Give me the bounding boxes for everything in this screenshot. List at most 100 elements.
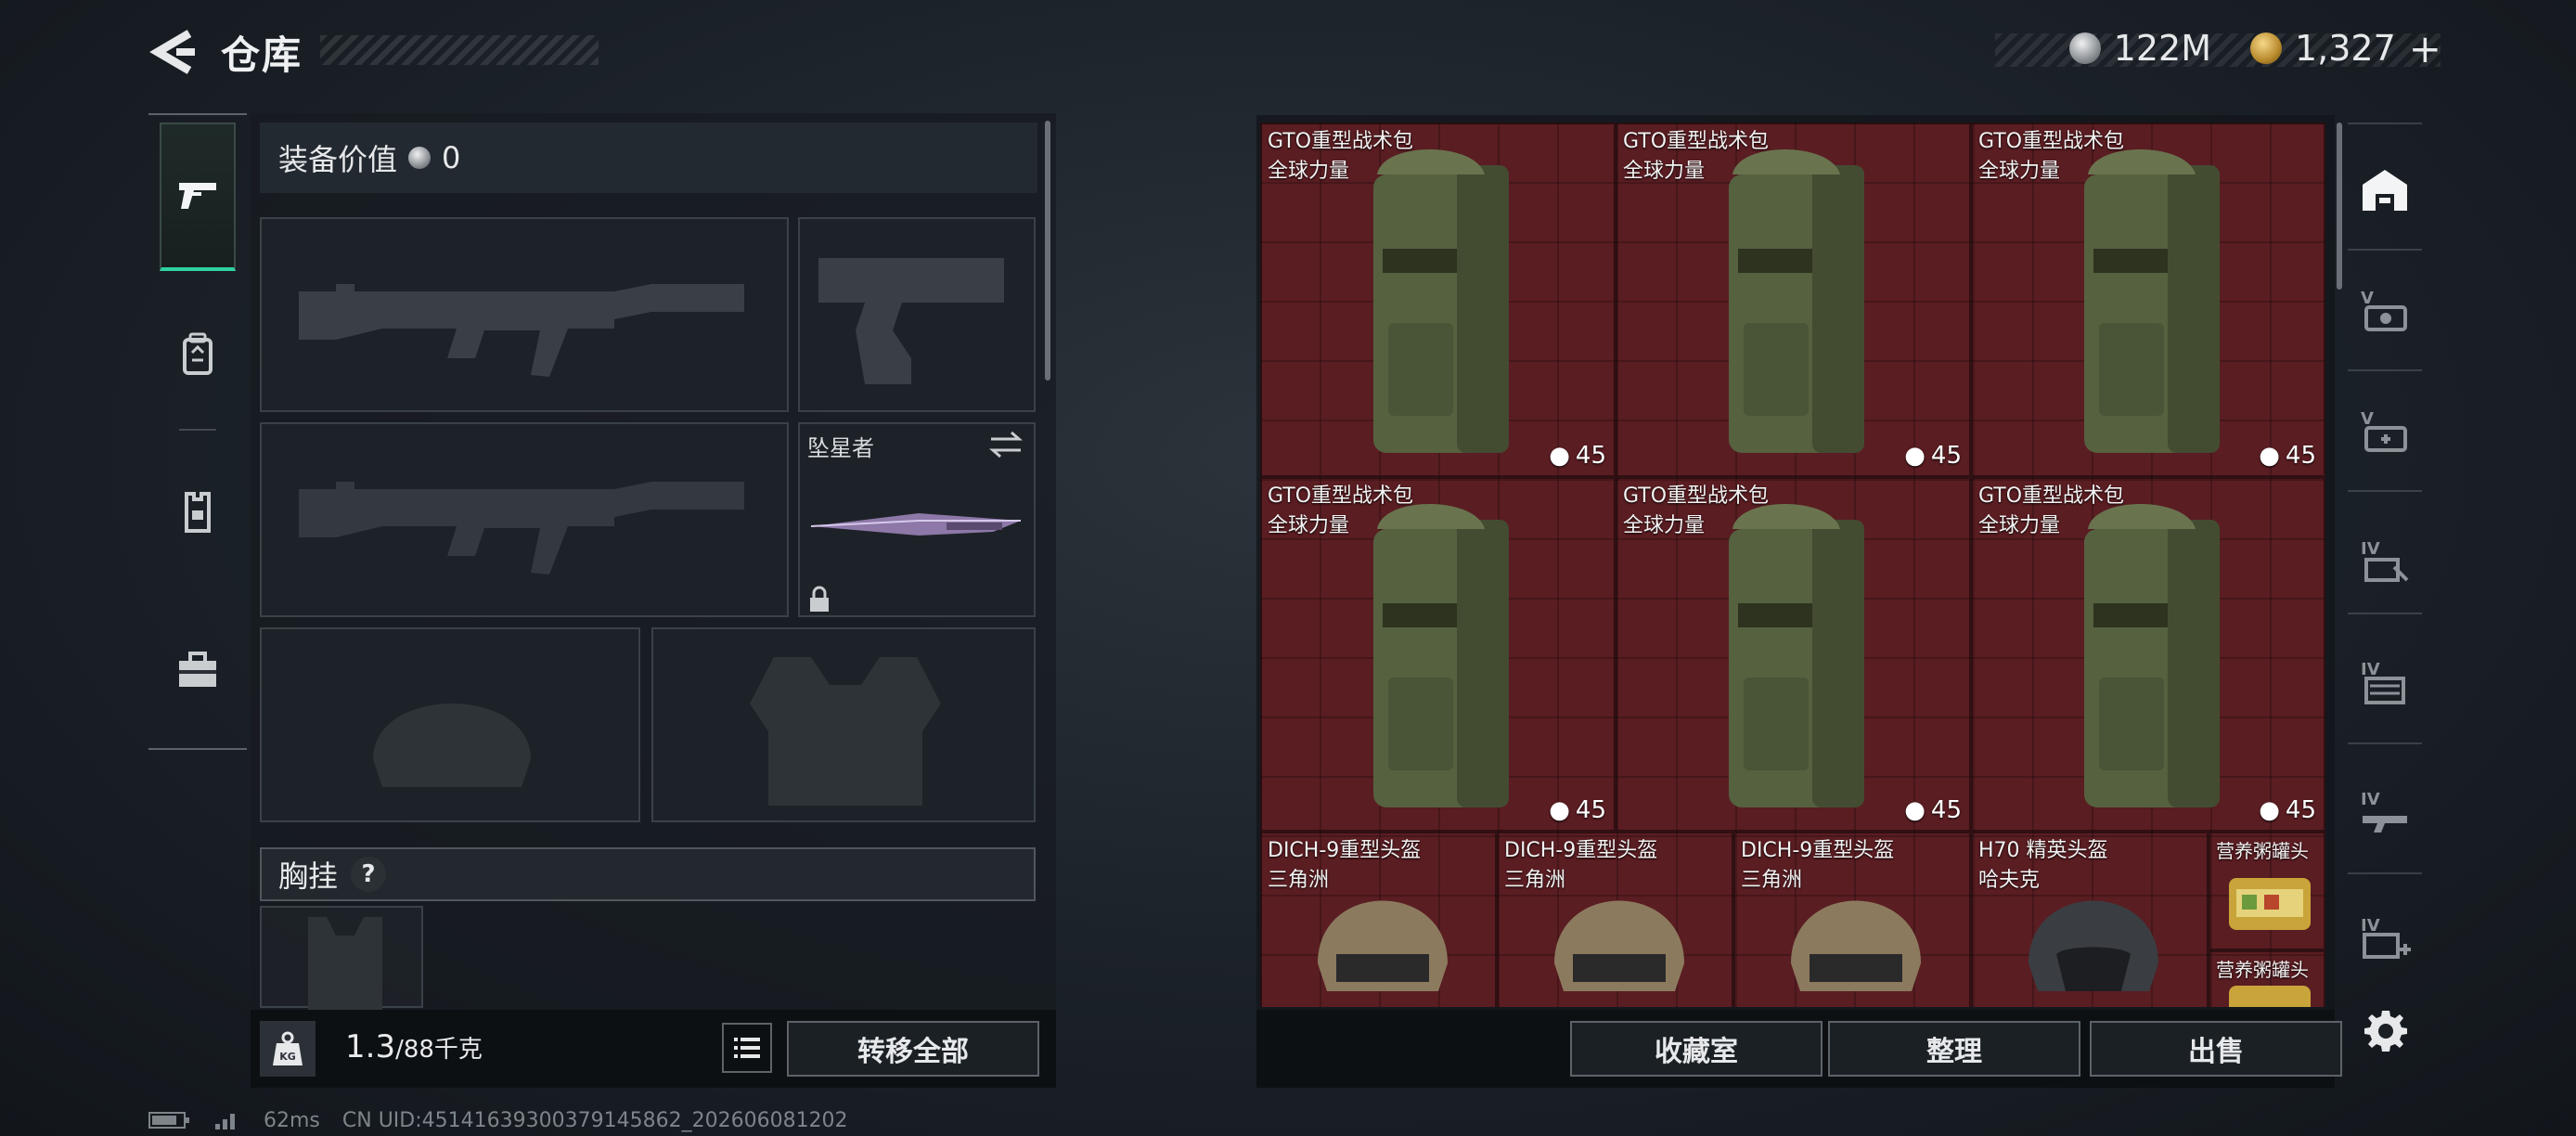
backpack-item[interactable]: GTO重型战术包 全球力量 ● 45	[1260, 123, 1616, 477]
status-footer: 62ms CN UID:4514163930037914586​2_202606…	[148, 1106, 848, 1134]
food-item[interactable]: 营养粥罐头	[2209, 950, 2325, 1007]
equipment-value-bar: 装备价值 0	[260, 123, 1037, 193]
item-brand: 哈夫克	[1978, 869, 2041, 892]
item-brand: 三角洲	[1268, 869, 1330, 892]
ping-value: 62ms	[264, 1108, 320, 1132]
user-uid: CN UID:4514163930037914586​2_20260608120…	[341, 1108, 848, 1132]
gear-icon	[2364, 1011, 2407, 1052]
equipment-value-label: 装备价值	[278, 142, 398, 177]
tab-tier-iv-1[interactable]: IV	[2348, 520, 2422, 603]
list-icon	[734, 1038, 760, 1058]
melee-weapon-name: 坠星者	[807, 435, 874, 461]
silver-coin-icon	[408, 147, 431, 169]
back-arrow-icon	[149, 30, 195, 74]
tab-tier-iv-2[interactable]: IV	[2348, 640, 2422, 724]
weight-max: /88千克	[395, 1036, 483, 1064]
sell-button[interactable]: 出售	[2090, 1021, 2342, 1077]
tab-tier-iv-3[interactable]: IV	[2348, 770, 2422, 854]
item-capacity: ● 45	[2259, 796, 2316, 824]
toolbox-icon	[179, 652, 216, 687]
food-item[interactable]: 营养粥罐头	[2209, 832, 2325, 950]
capacity-icon: ●	[1549, 796, 1570, 824]
knife-icon	[810, 513, 1021, 536]
tab-stash-main[interactable]	[2348, 148, 2422, 232]
weight-icon-text: KG	[279, 1051, 296, 1063]
list-view-button[interactable]	[722, 1023, 772, 1073]
primary-weapon-slot[interactable]	[260, 217, 789, 412]
help-button[interactable]: ?	[351, 857, 387, 892]
loadout-scrollbar[interactable]	[1045, 121, 1050, 381]
currency-bar: 122M 1,327 +	[2068, 26, 2441, 71]
body-armor-slot[interactable]	[651, 627, 1036, 822]
item-brand: 全球力量	[1268, 514, 1350, 537]
item-capacity: ● 45	[1549, 442, 1606, 470]
tab-backpack[interactable]	[160, 280, 236, 429]
backpack-item[interactable]: GTO重型战术包 全球力量 ● 45	[1616, 477, 1971, 832]
carry-weight: 1.3/88千克	[345, 1028, 483, 1065]
helmet-item[interactable]: DICH-9重型头盔 三角洲	[1260, 832, 1497, 1007]
tab-armor[interactable]	[160, 438, 236, 587]
stash-scrollbar[interactable]	[2337, 123, 2342, 290]
gold-coin-icon	[2250, 32, 2282, 64]
weight-current: 1.3	[345, 1028, 396, 1065]
stash-icon	[2363, 170, 2407, 211]
secondary-weapon-slot[interactable]	[798, 217, 1036, 412]
item-brand: 三角洲	[1741, 869, 1803, 892]
backpack-item[interactable]: GTO重型战术包 全球力量 ● 45	[1971, 477, 2325, 832]
capacity-icon: ●	[2259, 442, 2280, 470]
tactical-backpack-icon	[1729, 149, 1864, 453]
item-brand: 全球力量	[1623, 514, 1706, 537]
swap-icon[interactable]	[987, 430, 1024, 459]
helmet-item[interactable]: DICH-9重型头盔 三角洲	[1733, 832, 1971, 1007]
tier-iv-weapons-icon: IV	[2361, 790, 2407, 833]
primary-weapon-slot-2[interactable]	[260, 422, 789, 617]
tab-weapons[interactable]	[160, 123, 236, 271]
transfer-all-button[interactable]: 转移全部	[787, 1021, 1039, 1077]
item-name: DICH-9重型头盔	[1504, 839, 1658, 862]
helmet-silhouette-icon	[373, 704, 531, 787]
backpack-item[interactable]: GTO重型战术包 全球力量 ● 45	[1616, 123, 1971, 477]
tier-label: V	[2361, 409, 2374, 429]
sort-button[interactable]: 整理	[1828, 1021, 2080, 1077]
tab-tier-v-1[interactable]: V	[2348, 269, 2422, 353]
capacity-icon: ●	[1549, 442, 1570, 470]
add-currency-button[interactable]: +	[2409, 26, 2441, 71]
item-name: GTO重型战术包	[1268, 484, 1414, 508]
helmet-item[interactable]: H70 精英头盔 哈夫克	[1971, 832, 2209, 1007]
collection-room-button[interactable]: 收藏室	[1570, 1021, 1823, 1077]
loadout-sidebar	[148, 113, 247, 750]
settings-button[interactable]	[2357, 1002, 2413, 1058]
item-capacity: ● 45	[2259, 442, 2316, 470]
tactical-backpack-icon	[1373, 149, 1509, 453]
tier-label: IV	[2361, 539, 2380, 559]
canned-food-icon	[2229, 878, 2311, 930]
rig-silhouette-icon	[308, 917, 382, 1010]
tier-label: IV	[2361, 660, 2380, 679]
tier-label: V	[2361, 289, 2374, 308]
lock-icon	[810, 586, 829, 612]
item-capacity: ● 45	[1904, 442, 1962, 470]
tactical-backpack-icon	[1729, 504, 1864, 807]
melee-weapon-slot[interactable]: 坠星者	[798, 422, 1036, 617]
gold-amount: 1,327	[2295, 28, 2396, 69]
armor-silhouette-icon	[750, 657, 941, 806]
item-name: H70 精英头盔	[1978, 839, 2108, 862]
item-brand: 全球力量	[1978, 514, 2061, 537]
tier-iv-tools-icon: IV	[2361, 539, 2409, 582]
tactical-backpack-icon	[2084, 504, 2220, 807]
helmet-item[interactable]: DICH-9重型头盔 三角洲	[1497, 832, 1733, 1007]
tab-tier-v-2[interactable]: V	[2348, 390, 2422, 473]
item-brand: 全球力量	[1268, 160, 1350, 183]
back-button[interactable]	[148, 26, 204, 78]
tab-items[interactable]	[160, 596, 236, 744]
rifle-silhouette-icon	[299, 284, 744, 377]
backpack-item[interactable]: GTO重型战术包 全球力量 ● 45	[1260, 477, 1616, 832]
item-name: DICH-9重型头盔	[1268, 839, 1422, 862]
helmet-slot[interactable]	[260, 627, 640, 822]
capacity-icon: ●	[2259, 796, 2280, 824]
rifle-silhouette-icon	[299, 482, 744, 574]
tier-label: IV	[2361, 916, 2380, 936]
chest-rig-slot[interactable]	[260, 906, 423, 1010]
backpack-item[interactable]: GTO重型战术包 全球力量 ● 45	[1971, 123, 2325, 477]
tab-tier-iv-4[interactable]: IV	[2348, 897, 2422, 980]
